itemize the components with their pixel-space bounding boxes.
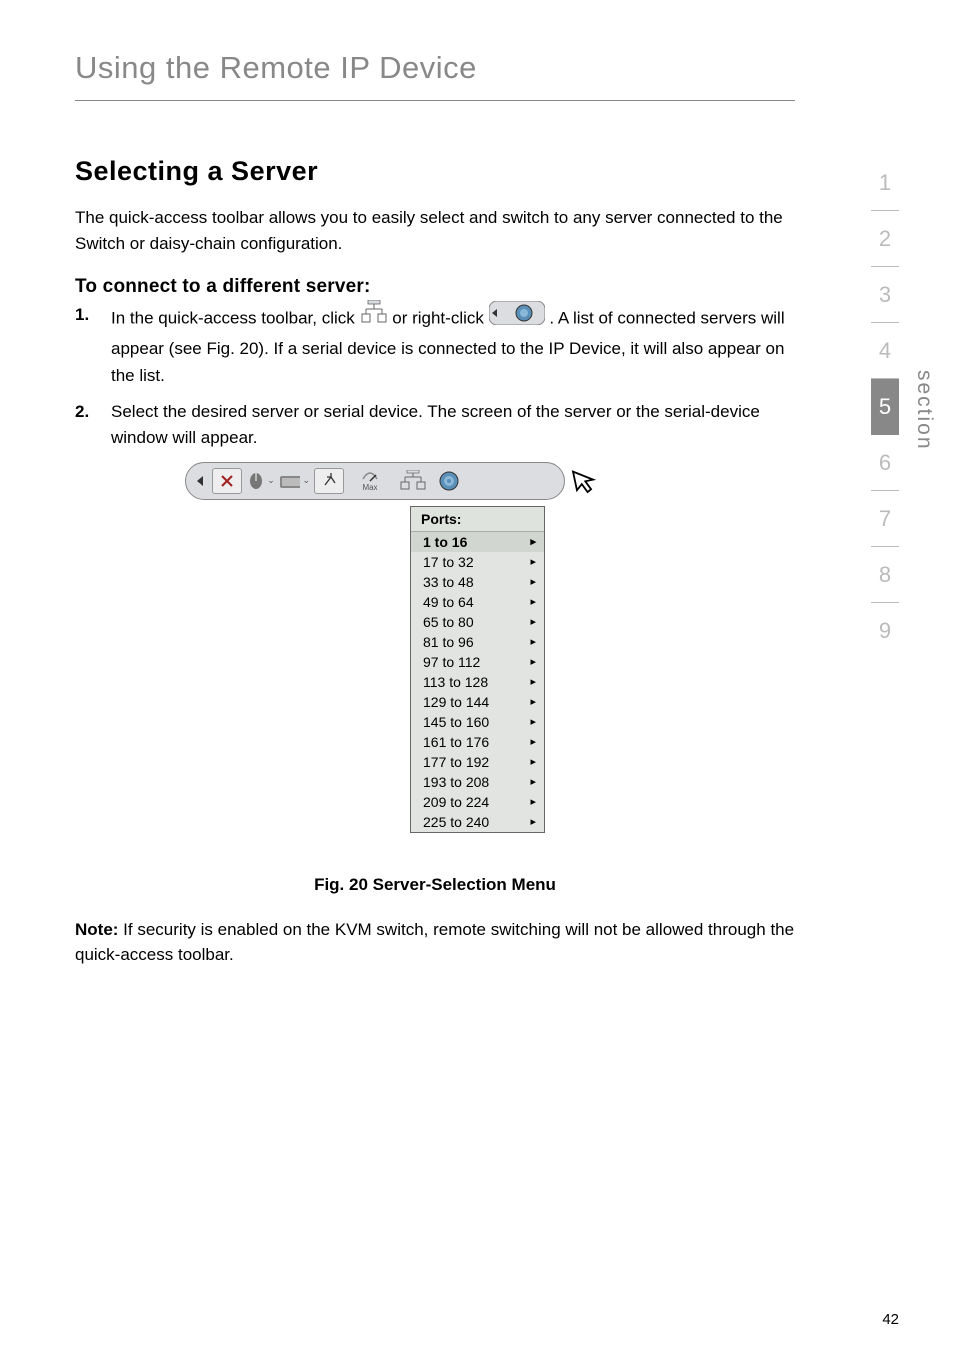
section-nav-item-1[interactable]: 1	[871, 155, 899, 211]
step-1-mid: or right-click	[392, 309, 488, 328]
ports-range-label: 49 to 64	[423, 594, 474, 610]
ports-menu-item[interactable]: 49 to 64 ▸	[411, 592, 544, 612]
step-1: 1. In the quick-access toolbar, click or…	[75, 302, 795, 389]
figure-20: ⌄ ⌄ Max	[75, 462, 795, 917]
submenu-arrow-icon: ▸	[530, 615, 536, 628]
submenu-arrow-icon: ▸	[530, 535, 536, 548]
ports-range-label: 161 to 176	[423, 734, 489, 750]
ports-menu-title: Ports:	[411, 507, 544, 532]
ports-menu-item[interactable]: 33 to 48 ▸	[411, 572, 544, 592]
ports-range-label: 65 to 80	[423, 614, 474, 630]
section-nav-item-6[interactable]: 6	[871, 435, 899, 491]
step-2: 2. Select the desired server or serial d…	[75, 399, 795, 452]
section-nav-item-7[interactable]: 7	[871, 491, 899, 547]
ports-range-label: 129 to 144	[423, 694, 489, 710]
note-text: If security is enabled on the KVM switch…	[75, 920, 794, 965]
toolbar-collapsed-icon	[489, 301, 545, 333]
server-switch-button[interactable]	[396, 468, 430, 494]
ports-menu-item[interactable]: 225 to 240 ▸	[411, 812, 544, 832]
settings-button[interactable]	[434, 468, 464, 494]
submenu-arrow-icon: ▸	[530, 735, 536, 748]
submenu-arrow-icon: ▸	[530, 655, 536, 668]
ports-range-label: 33 to 48	[423, 574, 474, 590]
submenu-arrow-icon: ▸	[530, 575, 536, 588]
ports-range-label: 145 to 160	[423, 714, 489, 730]
close-button[interactable]	[212, 468, 242, 494]
section-title: Selecting a Server	[75, 156, 795, 187]
step-2-text: Select the desired server or serial devi…	[111, 399, 795, 452]
ports-menu-item[interactable]: 81 to 96 ▸	[411, 632, 544, 652]
ports-range-label: 225 to 240	[423, 814, 489, 830]
submenu-arrow-icon: ▸	[530, 755, 536, 768]
ports-range-label: 81 to 96	[423, 634, 474, 650]
section-nav: 123456789	[868, 155, 902, 659]
ports-range-label: 193 to 208	[423, 774, 489, 790]
section-label: section	[912, 370, 936, 451]
submenu-arrow-icon: ▸	[530, 635, 536, 648]
note-paragraph: Note: If security is enabled on the KVM …	[75, 917, 795, 968]
section-nav-item-3[interactable]: 3	[871, 267, 899, 323]
submenu-arrow-icon: ▸	[530, 775, 536, 788]
ports-range-label: 209 to 224	[423, 794, 489, 810]
ports-range-label: 97 to 112	[423, 654, 480, 670]
quick-access-toolbar: ⌄ ⌄ Max	[185, 462, 565, 500]
ports-menu-item[interactable]: 161 to 176 ▸	[411, 732, 544, 752]
section-nav-item-5[interactable]: 5	[871, 379, 899, 435]
subsection-title: To connect to a different server:	[75, 276, 795, 298]
cursor-icon	[569, 463, 604, 505]
section-nav-item-9[interactable]: 9	[871, 603, 899, 659]
intro-paragraph: The quick-access toolbar allows you to e…	[75, 205, 795, 256]
ports-range-label: 1 to 16	[423, 534, 467, 550]
step-1-pre: In the quick-access toolbar, click	[111, 309, 360, 328]
submenu-arrow-icon: ▸	[530, 715, 536, 728]
ports-menu-item[interactable]: 193 to 208 ▸	[411, 772, 544, 792]
step-1-number: 1.	[75, 302, 111, 328]
ports-menu-item[interactable]: 97 to 112 ▸	[411, 652, 544, 672]
ports-menu-item[interactable]: 17 to 32 ▸	[411, 552, 544, 572]
refresh-button[interactable]	[314, 468, 344, 494]
ports-menu-item[interactable]: 209 to 224 ▸	[411, 792, 544, 812]
section-nav-item-2[interactable]: 2	[871, 211, 899, 267]
ports-menu-item[interactable]: 177 to 192 ▸	[411, 752, 544, 772]
ports-range-label: 177 to 192	[423, 754, 489, 770]
step-2-number: 2.	[75, 399, 111, 425]
server-switch-icon	[360, 300, 388, 334]
submenu-arrow-icon: ▸	[530, 815, 536, 828]
ports-range-label: 17 to 32	[423, 554, 474, 570]
chapter-title: Using the Remote IP Device	[75, 50, 795, 101]
submenu-arrow-icon: ▸	[530, 555, 536, 568]
figure-caption: Fig. 20 Server-Selection Menu	[314, 875, 556, 895]
page-number: 42	[882, 1311, 899, 1328]
section-nav-item-8[interactable]: 8	[871, 547, 899, 603]
ports-menu-item[interactable]: 1 to 16 ▸	[411, 532, 544, 552]
max-button[interactable]: Max	[348, 468, 392, 494]
toolbar-collapse-button[interactable]	[192, 468, 208, 494]
note-label: Note:	[75, 920, 118, 939]
max-label: Max	[362, 483, 377, 492]
submenu-arrow-icon: ▸	[530, 795, 536, 808]
section-nav-item-4[interactable]: 4	[871, 323, 899, 379]
ports-menu-item[interactable]: 65 to 80 ▸	[411, 612, 544, 632]
submenu-arrow-icon: ▸	[530, 595, 536, 608]
server-selection-menu: Ports: 1 to 16▸17 to 32▸33 to 48▸49 to 6…	[410, 506, 545, 833]
keyboard-button[interactable]: ⌄	[280, 468, 310, 494]
mouse-button[interactable]: ⌄	[246, 468, 276, 494]
ports-menu-item[interactable]: 145 to 160 ▸	[411, 712, 544, 732]
ports-menu-item[interactable]: 129 to 144 ▸	[411, 692, 544, 712]
submenu-arrow-icon: ▸	[530, 695, 536, 708]
submenu-arrow-icon: ▸	[530, 675, 536, 688]
ports-range-label: 113 to 128	[423, 674, 488, 690]
ports-menu-item[interactable]: 113 to 128 ▸	[411, 672, 544, 692]
